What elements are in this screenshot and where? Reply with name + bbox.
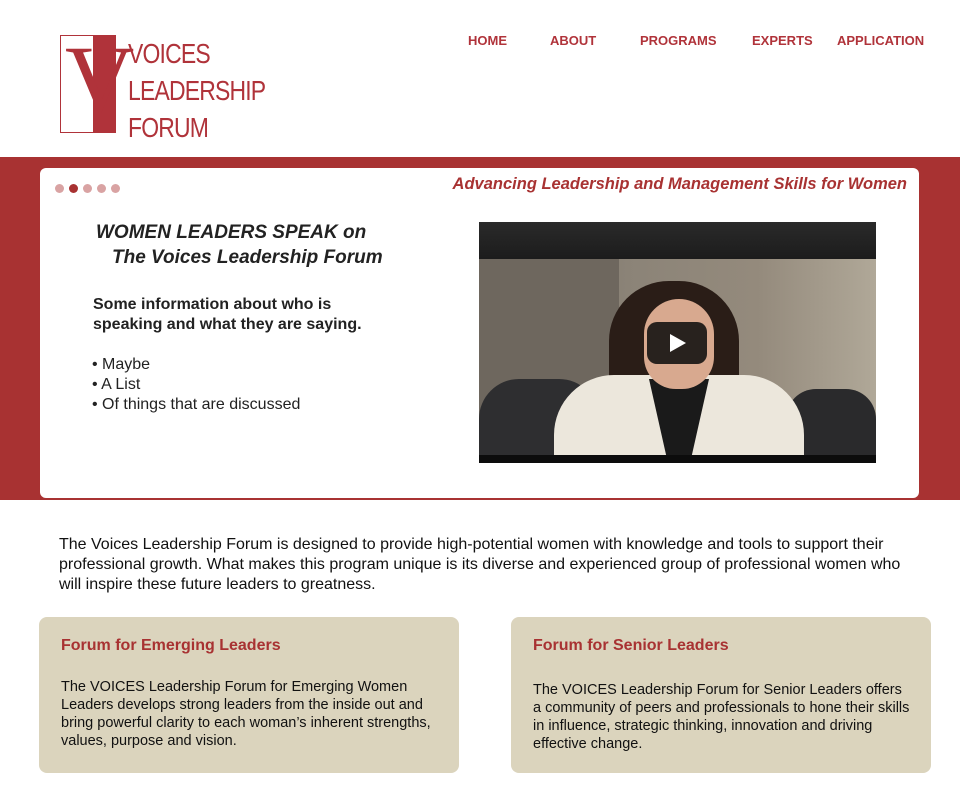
nav-experts[interactable]: EXPERTS [752,33,813,48]
intro-text: The Voices Leadership Forum is designed … [59,536,901,593]
play-icon[interactable] [647,322,707,364]
hero-title-line2: The Voices Leadership Forum [112,247,383,268]
list-item: Maybe [92,355,300,375]
nav-home[interactable]: HOME [468,33,507,48]
hero-list: Maybe A List Of things that are discusse… [92,355,300,415]
video-player[interactable] [479,222,876,463]
video-top-bar [479,222,876,259]
list-item: A List [92,375,300,395]
slide-dot-active[interactable] [69,184,78,193]
card-title[interactable]: Forum for Emerging Leaders [61,637,281,655]
hero-info: Some information about who is speaking a… [93,296,362,333]
main-nav: HOME ABOUT PROGRAMS EXPERTS APPLICATION [0,33,960,53]
logo-line: FORUM [128,112,209,143]
logo-line: LEADERSHIP [128,75,266,106]
slide-indicators [55,184,120,193]
slide-dot[interactable] [55,184,64,193]
card-body: The VOICES Leadership Forum for Emerging… [61,679,431,749]
card-body: The VOICES Leadership Forum for Senior L… [533,682,910,752]
card-title[interactable]: Forum for Senior Leaders [533,637,729,655]
slide-dot[interactable] [111,184,120,193]
slide-dot[interactable] [83,184,92,193]
hero-title: WOMEN LEADERS SPEAK on The Voices Leader… [96,220,383,270]
hero-panel: Advancing Leadership and Management Skil… [40,168,919,498]
card-emerging-leaders[interactable]: Forum for Emerging Leaders The VOICES Le… [39,617,459,773]
nav-programs[interactable]: PROGRAMS [640,33,717,48]
slide-dot[interactable] [97,184,106,193]
hero-title-line1: WOMEN LEADERS SPEAK on [96,222,367,243]
list-item: Of things that are discussed [92,395,300,415]
nav-about[interactable]: ABOUT [550,33,596,48]
video-bottom-bar [479,455,876,463]
hero-tagline: Advancing Leadership and Management Skil… [452,175,907,193]
card-senior-leaders[interactable]: Forum for Senior Leaders The VOICES Lead… [511,617,931,773]
nav-application[interactable]: APPLICATION [837,33,924,48]
